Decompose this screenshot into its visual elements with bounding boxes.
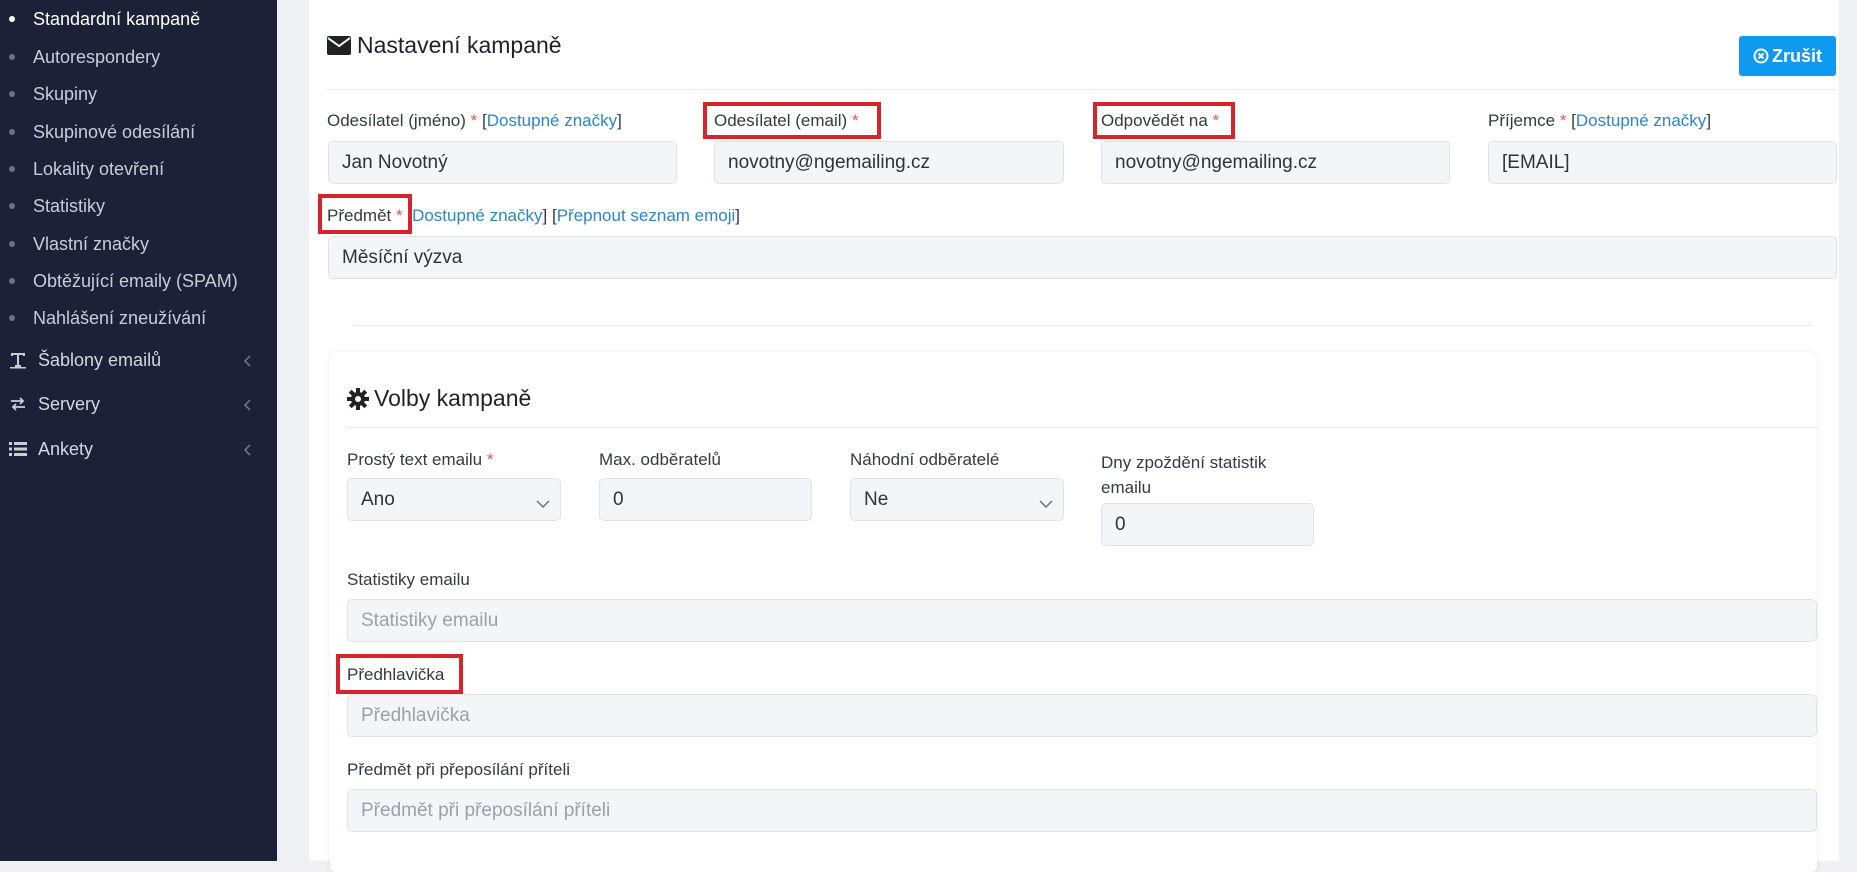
available-tags-link[interactable]: Dostupné značky [1576, 111, 1706, 130]
sidebar-item-group-sending[interactable]: Skupinové odesílání [0, 114, 277, 150]
sidebar-item-spam[interactable]: Obtěžující emaily (SPAM) [0, 263, 277, 299]
sidebar-item-label: Vlastní značky [33, 233, 150, 254]
sender-name-input[interactable]: Jan Novotný [328, 141, 677, 184]
bullet-icon [9, 54, 15, 60]
plain-text-label: Prostý text emailu * [347, 450, 494, 469]
envelope-icon [327, 36, 351, 55]
bullet-icon [9, 278, 15, 284]
sidebar-item-label: Standardní kampaně [33, 8, 201, 29]
bullet-icon [9, 166, 15, 172]
divider [353, 325, 1812, 326]
stats-delay-label: Dny zpoždění statistik emailu [1101, 453, 1267, 497]
plain-text-select[interactable]: Ano [347, 478, 561, 521]
sidebar-group-label: Servery [38, 393, 101, 414]
random-subscribers-select[interactable]: Ne [850, 478, 1064, 521]
sidebar-item-label: Statistiky [33, 195, 106, 216]
divider [327, 89, 1837, 90]
close-circle-icon [1753, 48, 1769, 64]
sidebar: Standardní kampaně Autorespondery Skupin… [0, 0, 277, 861]
sidebar-item-label: Skupiny [33, 83, 98, 104]
forward-subject-input[interactable]: Předmět při přeposílání příteli [347, 789, 1817, 832]
chevron-left-icon [243, 441, 253, 462]
bullet-icon [9, 16, 15, 22]
reply-to-input[interactable]: novotny@ngemailing.cz [1101, 141, 1450, 184]
bullet-icon [9, 203, 15, 209]
subject-input[interactable]: Měsíční výzva [328, 236, 1837, 279]
sidebar-group-servers[interactable]: Servery [0, 384, 277, 424]
random-subscribers-label: Náhodní odběratelé [850, 450, 1000, 469]
sidebar-item-autoresponders[interactable]: Autorespondery [0, 39, 277, 75]
exchange-arrows-icon [7, 396, 29, 412]
highlight-box [336, 654, 463, 694]
chevron-down-icon [536, 493, 550, 515]
stats-delay-input[interactable]: 0 [1101, 503, 1314, 546]
toggle-emoji-list-link[interactable]: Přepnout seznam emoji [557, 206, 736, 225]
bullet-icon [9, 241, 15, 247]
sidebar-group-label: Ankety [38, 438, 94, 459]
bullet-icon [9, 129, 15, 135]
bullet-icon [9, 91, 15, 97]
list-icon [7, 441, 29, 457]
sidebar-item-label: Nahlášení zneužívání [33, 307, 207, 328]
sender-name-label: Odesílatel (jméno) * [Dostupné značky] [327, 111, 622, 130]
preheader-input[interactable]: Předhlavička [347, 694, 1817, 737]
email-stats-label: Statistiky emailu [347, 570, 470, 589]
sidebar-item-abuse-reports[interactable]: Nahlášení zneužívání [0, 300, 277, 336]
forward-subject-label: Předmět při přeposílání příteli [347, 760, 570, 779]
text-template-icon [7, 351, 29, 369]
cancel-button[interactable]: Zrušit [1739, 36, 1836, 76]
sidebar-group-label: Šablony emailů [38, 349, 162, 370]
sidebar-item-label: Autorespondery [33, 46, 161, 67]
recipient-input[interactable]: [EMAIL] [1488, 141, 1837, 184]
chevron-down-icon [1039, 493, 1053, 515]
chevron-left-icon [243, 396, 253, 417]
section-title-settings: Nastavení kampaně [327, 32, 562, 59]
sidebar-item-custom-tags[interactable]: Vlastní značky [0, 226, 277, 262]
available-tags-link[interactable]: Dostupné značky [487, 111, 617, 130]
highlight-box [318, 194, 412, 234]
sidebar-item-open-locations[interactable]: Lokality otevření [0, 151, 277, 187]
gear-icon [347, 387, 369, 410]
highlight-box [1093, 102, 1235, 139]
sidebar-item-label: Skupinové odesílání [33, 121, 196, 142]
chevron-left-icon [243, 352, 253, 373]
sidebar-group-email-templates[interactable]: Šablony emailů [0, 340, 277, 380]
max-subscribers-label: Max. odběratelů [599, 450, 721, 469]
sidebar-item-label: Lokality otevření [33, 158, 165, 179]
section-title-options: Volby kampaně [347, 385, 531, 412]
sidebar-item-groups[interactable]: Skupiny [0, 76, 277, 112]
email-stats-input[interactable]: Statistiky emailu [347, 599, 1817, 642]
sidebar-item-label: Obtěžující emaily (SPAM) [33, 270, 238, 291]
available-tags-link[interactable]: Dostupné značky [412, 206, 542, 225]
sender-email-input[interactable]: novotny@ngemailing.cz [714, 141, 1064, 184]
max-subscribers-input[interactable]: 0 [599, 478, 812, 521]
bullet-icon [9, 315, 15, 321]
recipient-label: Příjemce * [Dostupné značky] [1488, 111, 1712, 130]
sidebar-item-statistics[interactable]: Statistiky [0, 188, 277, 224]
divider [347, 427, 1817, 428]
sidebar-group-polls[interactable]: Ankety [0, 429, 277, 469]
sidebar-item-standard-campaigns[interactable]: Standardní kampaně [0, 1, 277, 37]
highlight-box [703, 102, 881, 139]
